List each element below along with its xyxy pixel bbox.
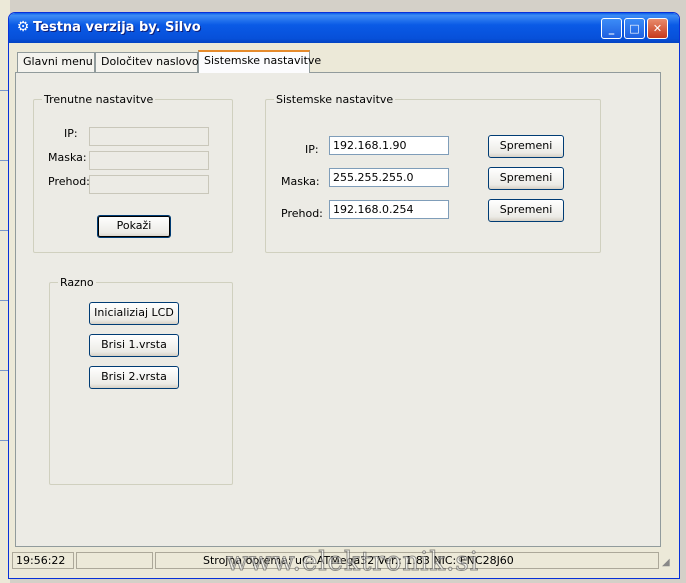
init-lcd-button[interactable]: Inicializiaj LCD: [89, 302, 179, 325]
clear-row2-button[interactable]: Brisi 2.vrsta: [89, 366, 179, 389]
app-icon[interactable]: ⚙: [15, 19, 31, 35]
status-empty: [76, 552, 153, 569]
close-button[interactable]: ✕: [647, 18, 668, 39]
system-mask-input[interactable]: [329, 168, 449, 187]
resize-grip-icon[interactable]: ◢: [662, 557, 674, 569]
system-settings-group: Sistemske nastavitve IP: Spremeni Maska:…: [265, 93, 601, 253]
tab-panel: Trenutne nastavitve IP: Maska: Prehod: P…: [15, 72, 661, 547]
window-title: Testna verzija by. Silvo: [33, 20, 201, 35]
change-gateway-button[interactable]: Spremeni: [488, 199, 564, 222]
tab-sistemske-nastavitve[interactable]: Sistemske nastavitve: [198, 50, 321, 73]
system-ip-label: IP:: [305, 143, 319, 156]
minimize-button[interactable]: _: [601, 18, 622, 39]
tab-dolocitev-naslovov[interactable]: Določitev naslovov: [95, 52, 205, 72]
title-bar[interactable]: ⚙ Testna verzija by. Silvo _ □ ✕: [9, 13, 679, 43]
misc-title: Razno: [58, 276, 96, 289]
current-settings-title: Trenutne nastavitve: [42, 93, 156, 106]
misc-group: Razno Inicializiaj LCD Brisi 1.vrsta Bri…: [49, 276, 233, 485]
change-mask-button[interactable]: Spremeni: [488, 167, 564, 190]
current-settings-group: Trenutne nastavitve IP: Maska: Prehod: P…: [33, 93, 233, 253]
current-ip-field: [89, 127, 209, 146]
client-area: Glavni menu Določitev naslovov Sistemske…: [12, 43, 676, 577]
current-ip-label: IP:: [64, 127, 78, 140]
show-button[interactable]: Pokaži: [97, 215, 171, 238]
system-gateway-label: Prehod:: [281, 207, 323, 220]
clear-row1-button[interactable]: Brisi 1.vrsta: [89, 334, 179, 357]
system-mask-label: Maska:: [281, 175, 320, 188]
system-ip-input[interactable]: [329, 136, 449, 155]
current-mask-field: [89, 151, 209, 170]
system-gateway-input[interactable]: [329, 200, 449, 219]
change-ip-button[interactable]: Spremeni: [488, 135, 564, 158]
main-window: ⚙ Testna verzija by. Silvo _ □ ✕ Glavni …: [8, 12, 680, 579]
watermark: www.elektronik.si: [225, 547, 480, 578]
current-gateway-field: [89, 175, 209, 194]
system-settings-title: Sistemske nastavitve: [274, 93, 396, 106]
maximize-button[interactable]: □: [624, 18, 645, 39]
current-gateway-label: Prehod:: [48, 175, 90, 188]
current-mask-label: Maska:: [48, 151, 87, 164]
tab-glavni-menu[interactable]: Glavni menu: [17, 52, 95, 72]
status-time: 19:56:22: [12, 552, 74, 569]
